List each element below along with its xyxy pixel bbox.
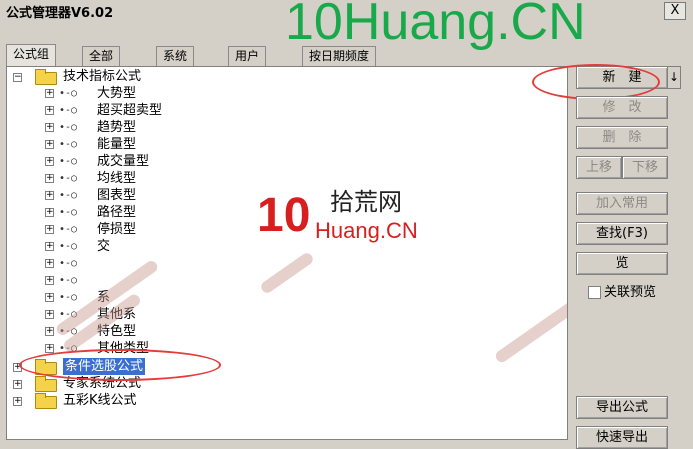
- expand-icon[interactable]: +: [45, 242, 54, 251]
- tree-node-category[interactable]: 图表型: [97, 187, 136, 204]
- formula-key-icon: •-○: [59, 275, 78, 286]
- annotation-circle: [532, 64, 660, 100]
- tree-node-category[interactable]: 成交量型: [97, 153, 149, 170]
- expand-icon[interactable]: +: [45, 140, 54, 149]
- formula-key-icon: •-○: [59, 88, 78, 99]
- expand-icon[interactable]: +: [45, 327, 54, 336]
- watermark-text: 10Huang.CN: [285, 0, 586, 51]
- formula-key-icon: •-○: [59, 156, 78, 167]
- move-down-button[interactable]: 下移: [622, 156, 668, 179]
- find-button[interactable]: 查找(F3): [576, 222, 668, 245]
- new-dropdown-button[interactable]: ↓: [667, 66, 681, 89]
- collapse-icon[interactable]: −: [13, 73, 22, 82]
- folder-icon: [35, 393, 57, 409]
- formula-key-icon: •-○: [59, 224, 78, 235]
- formula-key-icon: •-○: [59, 105, 78, 116]
- formula-key-icon: •-○: [59, 241, 78, 252]
- tree-node-category[interactable]: 大势型: [97, 85, 136, 102]
- link-preview-checkbox[interactable]: [588, 286, 601, 299]
- watermark-logo-en: Huang.CN: [315, 218, 418, 243]
- move-up-button[interactable]: 上移: [576, 156, 622, 179]
- blur-streak: [493, 291, 567, 365]
- formula-key-icon: •-○: [59, 190, 78, 201]
- close-button[interactable]: X: [664, 2, 686, 20]
- expand-icon[interactable]: +: [45, 276, 54, 285]
- formula-key-icon: •-○: [59, 173, 78, 184]
- expand-icon[interactable]: +: [13, 397, 22, 406]
- folder-icon: [35, 376, 57, 392]
- expand-icon[interactable]: +: [45, 123, 54, 132]
- tree-node-category[interactable]: 路径型: [97, 204, 136, 221]
- expand-icon[interactable]: +: [45, 89, 54, 98]
- tree-node-tech-indicators[interactable]: 技术指标公式: [63, 68, 141, 85]
- blur-streak: [258, 250, 316, 296]
- formula-key-icon: •-○: [59, 139, 78, 150]
- expand-icon[interactable]: +: [45, 106, 54, 115]
- modify-button[interactable]: 修 改: [576, 96, 668, 119]
- expand-icon[interactable]: +: [45, 208, 54, 217]
- formula-key-icon: •-○: [59, 207, 78, 218]
- quick-export-button[interactable]: 快速导出: [576, 426, 668, 449]
- formula-key-icon: •-○: [59, 292, 78, 303]
- expand-icon[interactable]: +: [45, 174, 54, 183]
- expand-icon[interactable]: +: [45, 225, 54, 234]
- tree-node-category[interactable]: 超买超卖型: [97, 102, 162, 119]
- formula-key-icon: •-○: [59, 122, 78, 133]
- folder-icon: [35, 69, 57, 85]
- preview-button[interactable]: 览: [576, 252, 668, 275]
- expand-icon[interactable]: +: [13, 380, 22, 389]
- tab-bar: 公式组 全部 系统 用户 按日期频度: [6, 44, 566, 66]
- annotation-circle: [19, 349, 221, 381]
- expand-icon[interactable]: +: [45, 259, 54, 268]
- tree-node-category[interactable]: 交: [97, 238, 110, 255]
- window-title: 公式管理器V6.02: [6, 6, 114, 21]
- tab-all[interactable]: 全部: [82, 46, 121, 66]
- delete-button[interactable]: 删 除: [576, 126, 668, 149]
- export-formula-button[interactable]: 导出公式: [576, 396, 668, 419]
- formula-key-icon: •-○: [59, 258, 78, 269]
- tab-system[interactable]: 系统: [156, 46, 195, 66]
- add-common-button[interactable]: 加入常用: [576, 192, 668, 215]
- action-panel: 新 建 ↓ 修 改 删 除 上移 下移 加入常用 查找(F3) 览 关联预览 导…: [532, 60, 693, 449]
- link-preview-label: 关联预览: [604, 285, 657, 300]
- tab-user[interactable]: 用户: [228, 46, 267, 66]
- expand-icon[interactable]: +: [45, 293, 54, 302]
- watermark-logo-cn: 拾荒网: [330, 188, 402, 216]
- formula-tree: − 技术指标公式 + •-○ 大势型 + •-○ 超买超卖型 + •-○ 趋势型 + •-○ 能量型 +…: [6, 66, 568, 440]
- tree-node-category[interactable]: 能量型: [97, 136, 136, 153]
- tree-node-colored-kline[interactable]: 五彩K线公式: [63, 392, 137, 409]
- expand-icon[interactable]: +: [45, 344, 54, 353]
- watermark-logo-number: 10: [257, 189, 311, 242]
- tree-node-category[interactable]: 趋势型: [97, 119, 136, 136]
- scrollbar[interactable]: [684, 60, 693, 440]
- expand-icon[interactable]: +: [45, 310, 54, 319]
- tree-node-category[interactable]: 均线型: [97, 170, 136, 187]
- expand-icon[interactable]: +: [45, 191, 54, 200]
- tree-node-category[interactable]: 停损型: [97, 221, 136, 238]
- tab-by-date[interactable]: 按日期频度: [302, 46, 377, 66]
- expand-icon[interactable]: +: [45, 157, 54, 166]
- tab-formula-group[interactable]: 公式组: [6, 44, 57, 66]
